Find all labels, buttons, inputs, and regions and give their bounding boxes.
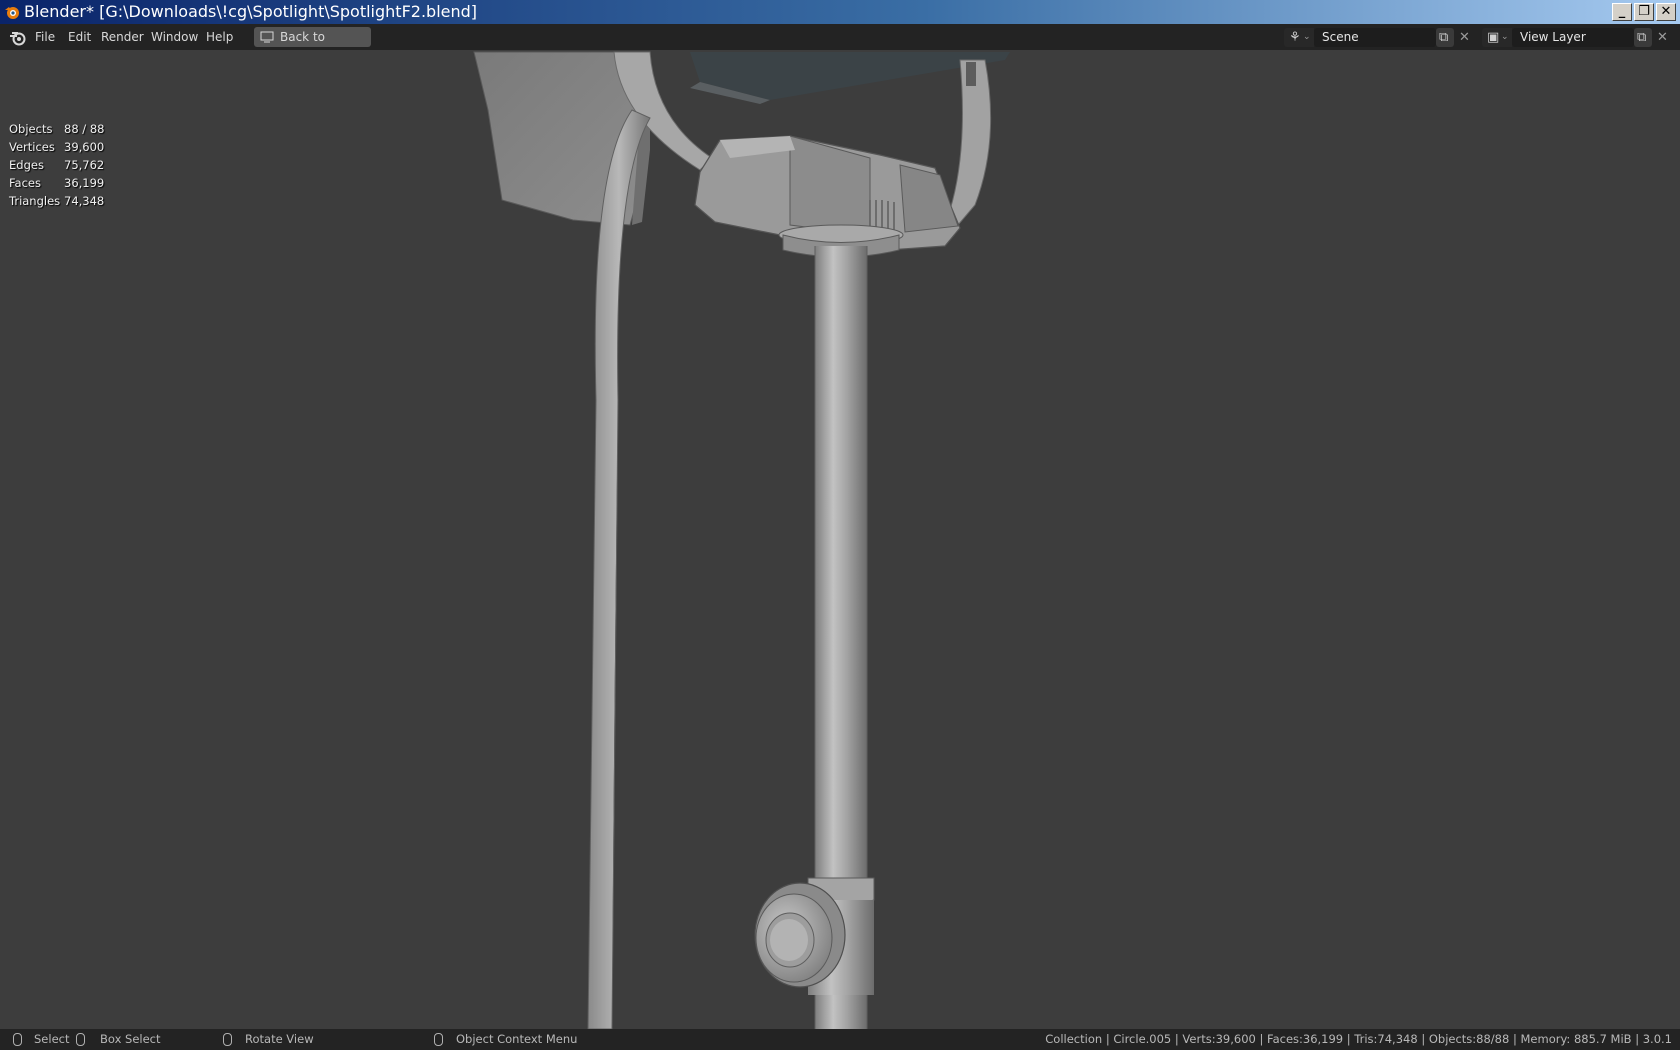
menu-file[interactable]: File [28, 24, 62, 50]
view-layer-name-field[interactable]: View Layer [1512, 28, 1634, 47]
new-view-layer-button[interactable]: ⧉ [1634, 28, 1652, 47]
status-box-select: Box Select [100, 1032, 161, 1046]
menu-window[interactable]: Window [144, 24, 205, 50]
mouse-left-icon [13, 1033, 22, 1046]
window-title: Blender* [G:\Downloads\!cg\Spotlight\Spo… [24, 2, 478, 21]
stat-edges: Edges 75,762 [9, 156, 119, 174]
stat-objects: Objects 88 / 88 [9, 120, 119, 138]
scene-icon: ⚘ [1289, 30, 1301, 45]
stat-value: 75,762 [64, 158, 105, 172]
3d-viewport[interactable]: Objects 88 / 88 Vertices 39,600 Edges 75,76… [0, 50, 1680, 1029]
back-to-previous-button[interactable]: Back to Previous [254, 27, 371, 64]
screen-icon [260, 31, 274, 43]
menu-help[interactable]: Help [199, 24, 240, 50]
stat-triangles: Triangles 74,348 [9, 192, 119, 210]
status-bar: Select Box Select Rotate View Object Con… [0, 1029, 1680, 1050]
copy-icon: ⧉ [1439, 30, 1449, 45]
stat-label: Faces [9, 176, 41, 190]
scene-browse-button[interactable]: ⚘ ⌄ [1284, 28, 1314, 47]
stat-value: 88 / 88 [64, 122, 105, 136]
stat-value: 39,600 [64, 140, 105, 154]
mouse-middle-icon [223, 1033, 232, 1046]
status-rotate-view: Rotate View [245, 1032, 314, 1046]
stat-faces: Faces 36,199 [9, 174, 119, 192]
view-layer-browse-button[interactable]: ▣ ⌄ [1482, 28, 1512, 47]
stat-label: Objects [9, 122, 53, 136]
stat-value: 36,199 [64, 176, 105, 190]
render-layers-icon: ▣ [1487, 30, 1500, 45]
new-scene-button[interactable]: ⧉ [1436, 28, 1454, 47]
close-button[interactable]: ✕ [1656, 3, 1676, 21]
stat-label: Triangles [9, 194, 61, 208]
minimize-button[interactable]: _ [1612, 3, 1632, 21]
spotlight-model-render [473, 51, 1010, 1029]
blender-menu-icon[interactable] [9, 29, 26, 46]
status-select: Select [34, 1032, 70, 1046]
stat-label: Edges [9, 158, 44, 172]
chevron-down-icon: ⌄ [1303, 32, 1311, 42]
copy-icon: ⧉ [1637, 30, 1647, 45]
chevron-down-icon: ⌄ [1501, 32, 1509, 42]
status-context-menu: Object Context Menu [456, 1032, 578, 1046]
delete-view-layer-icon[interactable]: ✕ [1657, 28, 1668, 47]
menu-edit[interactable]: Edit [61, 24, 98, 50]
blender-logo-icon [5, 7, 19, 19]
mouse-drag-icon [76, 1033, 85, 1046]
viewport-statistics-overlay: Objects 88 / 88 Vertices 39,600 Edges 75,76… [9, 120, 119, 210]
delete-scene-icon[interactable]: ✕ [1459, 28, 1470, 47]
menu-render[interactable]: Render [94, 24, 151, 50]
window-titlebar: Blender* [G:\Downloads\!cg\Spotlight\Spo… [0, 0, 1680, 24]
stat-value: 74,348 [64, 194, 105, 208]
stat-vertices: Vertices 39,600 [9, 138, 119, 156]
restore-button[interactable]: ❐ [1634, 3, 1654, 21]
mouse-right-icon [434, 1033, 443, 1046]
scene-name-field[interactable]: Scene [1314, 28, 1436, 47]
stat-label: Vertices [9, 140, 55, 154]
status-scene-info: Collection | Circle.005 | Verts:39,600 |… [1045, 1032, 1672, 1046]
top-menu-bar: File Edit Render Window Help Back to Pre… [0, 24, 1680, 64]
